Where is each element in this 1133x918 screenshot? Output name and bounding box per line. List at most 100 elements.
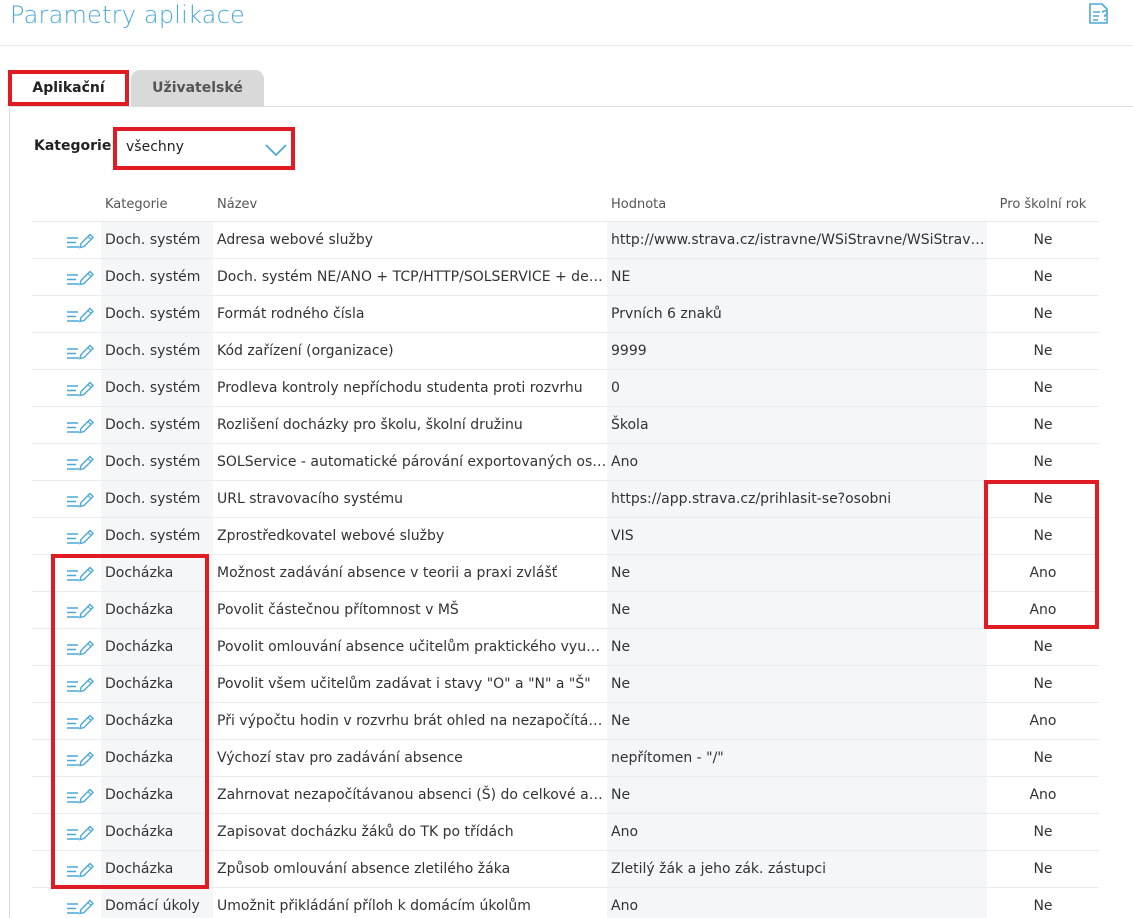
table-row[interactable]: Docházka Při výpočtu hodin v rozvrhu brát… [32, 703, 1099, 740]
edit-list-pencil-icon[interactable] [66, 638, 94, 657]
cell-category: Docházka [101, 592, 213, 628]
table-row[interactable]: Domácí úkoly Umožnit přikládání příloh k … [32, 888, 1099, 918]
edit-list-pencil-icon[interactable] [66, 564, 94, 583]
cell-school-year: Ne [1033, 269, 1053, 285]
edit-cell [32, 888, 101, 918]
table-row[interactable]: Doch. systém Prodleva kontroly nepříchodu… [32, 370, 1099, 407]
header-value[interactable]: Hodnota [607, 187, 987, 221]
cell-value: Ne [607, 703, 987, 739]
cell-category: Doch. systém [101, 259, 213, 295]
cell-category: Doch. systém [101, 222, 213, 258]
edit-list-pencil-icon[interactable] [66, 342, 94, 361]
cell-name: Kód zařízení (organizace) [217, 343, 394, 359]
cell-name: Prodleva kontroly nepříchodu studenta pr… [217, 380, 583, 396]
edit-list-pencil-icon[interactable] [66, 823, 94, 842]
table-row[interactable]: Docházka Výchozí stav pro zadávání absenc… [32, 740, 1099, 777]
cell-name: Zahrnovat nezapočítávanou absenci (Š) do… [217, 787, 607, 803]
cell-category: Doch. systém [101, 333, 213, 369]
table-row[interactable]: Docházka Povolit částečnou přítomnost v M… [32, 592, 1099, 629]
cell-school-year: Ne [1033, 861, 1053, 877]
edit-list-pencil-icon[interactable] [66, 749, 94, 768]
table-row[interactable]: Doch. systém SOLService - automatické pár… [32, 444, 1099, 481]
category-filter-select[interactable]: všechny [113, 127, 295, 170]
cell-value: nepřítomen - "/" [607, 740, 987, 776]
header-edit [32, 187, 101, 221]
edit-cell [32, 444, 101, 480]
edit-cell [32, 814, 101, 850]
table-row[interactable]: Docházka Zahrnovat nezapočítávanou absenc… [32, 777, 1099, 814]
tab-aplikacni[interactable]: Aplikační [8, 70, 129, 106]
edit-list-pencil-icon[interactable] [66, 305, 94, 324]
tab-uzivatelske[interactable]: Uživatelské [131, 70, 264, 106]
edit-list-pencil-icon[interactable] [66, 490, 94, 509]
edit-cell [32, 222, 101, 258]
page-title: Parametry aplikace [10, 1, 245, 29]
cell-school-year: Ne [1033, 639, 1053, 655]
table-row[interactable]: Docházka Zapisovat docházku žáků do TK po… [32, 814, 1099, 851]
table-row[interactable]: Doch. systém Formát rodného čísla Prvních … [32, 296, 1099, 333]
edit-cell [32, 259, 101, 295]
cell-category: Docházka [101, 814, 213, 850]
cell-value: http://www.strava.cz/istravne/WSiStravne… [607, 222, 987, 258]
table-row[interactable]: Doch. systém Rozlišení docházky pro školu… [32, 407, 1099, 444]
table-row[interactable]: Doch. systém Doch. systém NE/ANO + TCP/HT… [32, 259, 1099, 296]
cell-school-year: Ano [1029, 602, 1057, 618]
cell-value: Zletilý žák a jeho zák. zástupci [607, 851, 987, 887]
edit-list-pencil-icon[interactable] [66, 786, 94, 805]
table-row[interactable]: Docházka Způsob omlouvání absence zletilé… [32, 851, 1099, 888]
cell-category: Doch. systém [101, 370, 213, 406]
cell-school-year: Ne [1033, 824, 1053, 840]
edit-list-pencil-icon[interactable] [66, 897, 94, 916]
cell-value: Prvních 6 znaků [607, 296, 987, 332]
cell-value: Ano [607, 888, 987, 918]
edit-cell [32, 555, 101, 591]
cell-category: Doch. systém [101, 407, 213, 443]
parameters-panel: Kategorie: všechny Kategorie Název Hodno… [9, 106, 1133, 918]
cell-category: Doch. systém [101, 518, 213, 554]
cell-school-year: Ne [1033, 898, 1053, 914]
header-category[interactable]: Kategorie [101, 187, 213, 221]
cell-value: 0 [607, 370, 987, 406]
table-row[interactable]: Doch. systém Adresa webové služby http://w… [32, 222, 1099, 259]
table-row[interactable]: Docházka Povolit všem učitelům zadávat i … [32, 666, 1099, 703]
edit-cell [32, 777, 101, 813]
help-document-icon[interactable] [1084, 0, 1112, 28]
cell-category: Doch. systém [101, 481, 213, 517]
edit-list-pencil-icon[interactable] [66, 453, 94, 472]
cell-name: Zapisovat docházku žáků do TK po třídách [217, 824, 514, 840]
cell-category: Docházka [101, 629, 213, 665]
cell-school-year: Ne [1033, 750, 1053, 766]
table-row[interactable]: Doch. systém Zprostředkovatel webové služ… [32, 518, 1099, 555]
edit-list-pencil-icon[interactable] [66, 712, 94, 731]
table-row[interactable]: Docházka Povolit omlouvání absence učitel… [32, 629, 1099, 666]
header-name[interactable]: Název [213, 187, 607, 221]
cell-value: 9999 [607, 333, 987, 369]
edit-cell [32, 296, 101, 332]
cell-value: VIS [607, 518, 987, 554]
edit-list-pencil-icon[interactable] [66, 268, 94, 287]
table-row[interactable]: Doch. systém Kód zařízení (organizace) 999… [32, 333, 1099, 370]
edit-list-pencil-icon[interactable] [66, 416, 94, 435]
cell-school-year: Ne [1033, 528, 1053, 544]
edit-list-pencil-icon[interactable] [66, 527, 94, 546]
cell-category: Doch. systém [101, 444, 213, 480]
edit-list-pencil-icon[interactable] [66, 675, 94, 694]
edit-list-pencil-icon[interactable] [66, 860, 94, 879]
cell-value: NE [607, 259, 987, 295]
cell-name: Umožnit přikládání příloh k domácím úkol… [217, 898, 531, 914]
cell-school-year: Ano [1029, 787, 1057, 803]
table-row[interactable]: Docházka Možnost zadávání absence v teori… [32, 555, 1099, 592]
edit-cell [32, 370, 101, 406]
edit-cell [32, 407, 101, 443]
cell-school-year: Ne [1033, 380, 1053, 396]
table-row[interactable]: Doch. systém URL stravovacího systému http… [32, 481, 1099, 518]
edit-list-pencil-icon[interactable] [66, 231, 94, 250]
cell-school-year: Ne [1033, 343, 1053, 359]
edit-list-pencil-icon[interactable] [66, 601, 94, 620]
cell-name: Rozlišení docházky pro školu, školní dru… [217, 417, 523, 433]
edit-list-pencil-icon[interactable] [66, 379, 94, 398]
cell-category: Docházka [101, 666, 213, 702]
page-header: Parametry aplikace [0, 0, 1133, 46]
header-school-year[interactable]: Pro školní rok [987, 187, 1099, 221]
cell-value: Ne [607, 666, 987, 702]
